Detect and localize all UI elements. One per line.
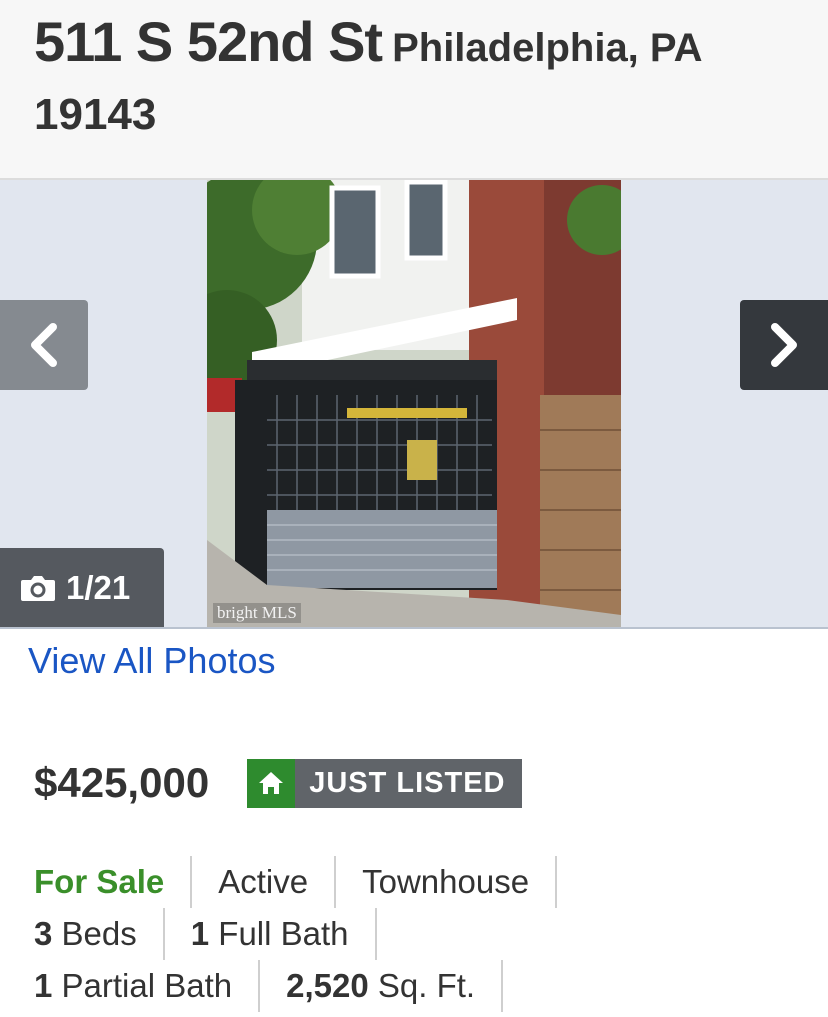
partial-bath-count: 1 — [34, 967, 53, 1004]
listing-facts: For Sale Active Townhouse 3 Beds 1 Full … — [34, 856, 814, 1012]
sale-type: For Sale — [34, 856, 193, 908]
street-address: 511 S 52nd St — [34, 10, 383, 73]
sqft-label: Sq. Ft. — [377, 967, 476, 1004]
full-bath-label: Full Bath — [218, 915, 349, 952]
next-photo-button[interactable] — [740, 300, 828, 390]
full-bath-count: 1 — [190, 915, 210, 952]
view-all-photos-link[interactable]: View All Photos — [28, 640, 275, 682]
zip-code: 19143 — [34, 90, 157, 139]
partial-bath-label: Partial Bath — [61, 967, 233, 1004]
listing-header: 511 S 52nd St Philadelphia, PA 19143 — [0, 0, 828, 180]
address-line: 511 S 52nd St Philadelphia, PA — [34, 6, 814, 93]
listing-price: $425,000 — [34, 759, 210, 806]
property-type: Townhouse — [336, 856, 558, 908]
fact-row: For Sale Active Townhouse — [34, 856, 814, 908]
camera-icon — [20, 573, 56, 603]
beds-count: 3 — [34, 915, 53, 952]
beds-label: Beds — [61, 915, 137, 952]
previous-photo-button[interactable] — [0, 300, 88, 390]
listing-status: Active — [192, 856, 337, 908]
fact-row: 1 Partial Bath 2,520 Sq. Ft. — [34, 960, 814, 1012]
mls-watermark: bright MLS — [213, 603, 301, 623]
just-listed-badge: JUST LISTED — [247, 758, 522, 808]
partial-baths: 1 Partial Bath — [34, 960, 261, 1012]
beds: 3 Beds — [34, 908, 165, 960]
fact-row: 3 Beds 1 Full Bath — [34, 908, 814, 960]
city-state: Philadelphia, PA — [392, 26, 703, 70]
chevron-left-icon — [31, 323, 57, 367]
badge-label: JUST LISTED — [295, 758, 522, 808]
full-baths: 1 Full Bath — [165, 908, 377, 960]
listing-photo[interactable]: bright MLS — [207, 180, 621, 627]
photo-gallery: bright MLS 1/21 — [0, 180, 828, 629]
chevron-right-icon — [771, 323, 797, 367]
sqft-value: 2,520 — [286, 967, 369, 1004]
photo-count: 1/21 — [66, 568, 131, 606]
price-row: $425,000 JUST LISTED — [34, 755, 522, 811]
photo-counter: 1/21 — [0, 548, 164, 627]
square-feet: 2,520 Sq. Ft. — [260, 960, 504, 1012]
storefront-image — [207, 180, 621, 627]
home-icon — [247, 758, 296, 808]
